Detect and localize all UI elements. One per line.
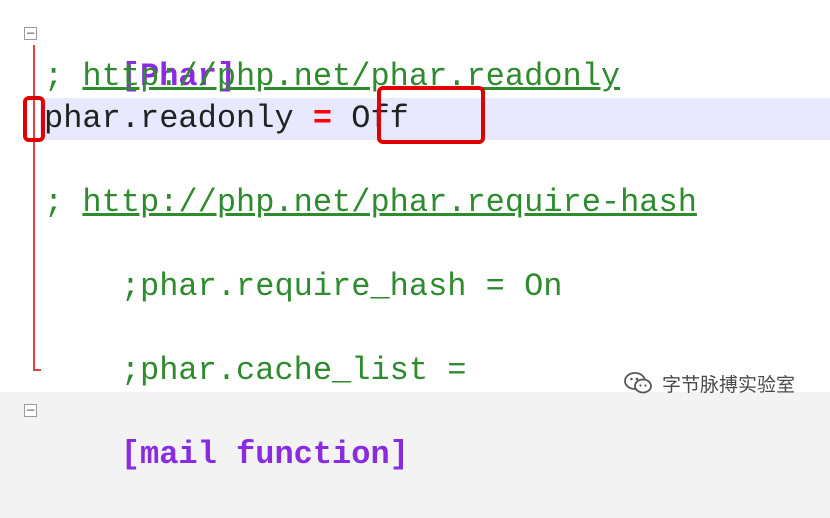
code-line-cache-list[interactable]: ;phar.cache_list = [44,308,467,389]
ini-section-header: [mail function] [120,436,409,473]
comment-prefix: ; [44,58,83,95]
annotation-box-cursor [23,96,45,142]
ini-key: phar.readonly [44,100,313,137]
comment-prefix: ; [44,184,83,221]
fold-range-end [33,369,41,371]
code-line-require-hash-doc[interactable]: ; http://php.net/phar.require-hash [44,182,697,224]
equals-operator: = [312,100,333,137]
code-line-phar-readonly[interactable]: phar.readonly = Off [44,98,409,140]
code-line-require-hash[interactable]: ;phar.require_hash = On [44,224,563,305]
commented-setting: ;phar.require_hash = On [120,268,563,305]
fold-collapse-icon[interactable]: − [24,404,37,417]
annotation-box-off-value [377,86,485,144]
watermark: 字节脉搏实验室 [622,366,795,400]
doc-link[interactable]: http://php.net/phar.readonly [82,58,620,95]
wechat-icon [622,367,654,399]
doc-link[interactable]: http://php.net/phar.require-hash [82,184,697,221]
watermark-text: 字节脉搏实验室 [662,373,796,396]
code-line-readonly-doc[interactable]: ; http://php.net/phar.readonly [44,56,620,98]
code-editor[interactable]: − [Phar] ; http://php.net/phar.readonly … [0,0,830,473]
fold-range-line [33,45,35,371]
commented-setting: ;phar.cache_list = [120,352,467,389]
code-line-section-phar[interactable]: [Phar] [44,14,236,95]
code-line-section-mail[interactable]: [mail function] [44,392,409,473]
fold-collapse-icon[interactable]: − [24,27,37,40]
